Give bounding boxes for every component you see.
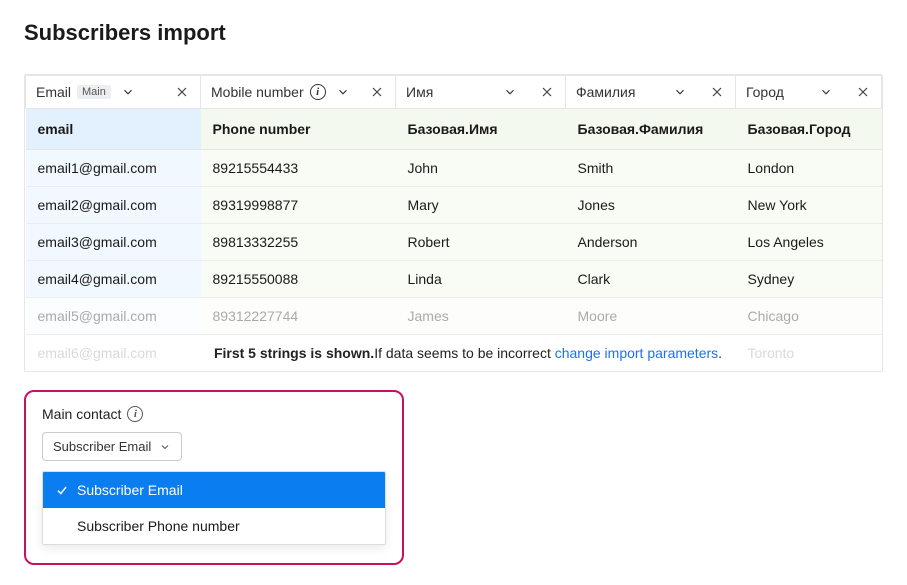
column-mapper-last-name[interactable]: Фамилия xyxy=(576,84,725,100)
column-mapper-label: Имя xyxy=(406,84,433,100)
footer-plain: If data seems to be incorrect xyxy=(374,345,555,361)
cell-city: New York xyxy=(736,187,882,224)
column-mapper-mobile-number[interactable]: Mobile number i xyxy=(211,84,385,100)
table-row: email2@gmail.com 89319998877 Mary Jones … xyxy=(26,187,882,224)
close-icon[interactable] xyxy=(539,84,555,100)
table-row: email4@gmail.com 89215550088 Linda Clark… xyxy=(26,261,882,298)
cell-email: email1@gmail.com xyxy=(26,150,201,187)
close-icon[interactable] xyxy=(709,84,725,100)
info-icon[interactable]: i xyxy=(310,84,326,100)
chevron-down-icon[interactable] xyxy=(336,85,350,99)
column-mapper-email[interactable]: Email Main xyxy=(36,84,190,100)
footer-bold: First 5 strings is shown. xyxy=(214,345,374,361)
dropdown-option-label: Subscriber Email xyxy=(77,482,183,498)
dropdown-option-label: Subscriber Phone number xyxy=(77,518,240,534)
cell-city: Chicago xyxy=(736,298,882,335)
info-icon[interactable]: i xyxy=(127,406,143,422)
chevron-down-icon[interactable] xyxy=(121,85,135,99)
column-mapper-label: Mobile number xyxy=(211,84,304,100)
field-name-row: email Phone number Базовая.Имя Базовая.Ф… xyxy=(26,109,882,150)
cell-last-name: Jones xyxy=(566,187,736,224)
cell-phone: 89215554433 xyxy=(201,150,396,187)
main-contact-panel: Main contact i Subscriber Email Subscrib… xyxy=(24,390,404,565)
main-contact-label: Main contact xyxy=(42,406,121,422)
main-contact-select[interactable]: Subscriber Email xyxy=(42,432,182,461)
chevron-down-icon[interactable] xyxy=(673,85,687,99)
cell-first-name: Linda xyxy=(396,261,566,298)
dropdown-option-subscriber-email[interactable]: Subscriber Email xyxy=(43,472,385,508)
table-footer-row: email6@gmail.com First 5 strings is show… xyxy=(26,335,882,372)
chevron-down-icon[interactable] xyxy=(819,85,833,99)
dropdown-option-subscriber-phone[interactable]: Subscriber Phone number xyxy=(43,508,385,544)
column-mapper-label: Email xyxy=(36,84,71,100)
cell-city: London xyxy=(736,150,882,187)
cell-phone: 89813332255 xyxy=(201,224,396,261)
footer-message: First 5 strings is shown.If data seems t… xyxy=(201,335,736,372)
main-contact-dropdown: Subscriber Email Subscriber Phone number xyxy=(42,471,386,545)
cell-phone: 89319998877 xyxy=(201,187,396,224)
field-name-cell: Базовая.Имя xyxy=(396,109,566,150)
field-name-cell: Базовая.Фамилия xyxy=(566,109,736,150)
cell-phone: 89312227744 xyxy=(201,298,396,335)
cell-last-name: Anderson xyxy=(566,224,736,261)
cell-first-name: Robert xyxy=(396,224,566,261)
close-icon[interactable] xyxy=(855,84,871,100)
cell-city: Sydney xyxy=(736,261,882,298)
cell-city: Los Angeles xyxy=(736,224,882,261)
cell-first-name: James xyxy=(396,298,566,335)
table-row: email1@gmail.com 89215554433 John Smith … xyxy=(26,150,882,187)
cell-first-name: John xyxy=(396,150,566,187)
footer-tail: . xyxy=(718,345,722,361)
main-badge: Main xyxy=(77,85,111,99)
cell-first-name: Mary xyxy=(396,187,566,224)
field-name-cell: Базовая.Город xyxy=(736,109,882,150)
check-icon xyxy=(55,483,69,497)
field-name-cell: Phone number xyxy=(201,109,396,150)
cell-last-name: Clark xyxy=(566,261,736,298)
column-mapper-label: Город xyxy=(746,84,784,100)
column-mapper-first-name[interactable]: Имя xyxy=(406,84,555,100)
change-import-parameters-link[interactable]: change import parameters xyxy=(555,345,718,361)
cell-email: email2@gmail.com xyxy=(26,187,201,224)
field-name-cell: email xyxy=(26,109,201,150)
cell-email: email3@gmail.com xyxy=(26,224,201,261)
cell-phone: 89215550088 xyxy=(201,261,396,298)
column-mapper-city[interactable]: Город xyxy=(746,84,871,100)
import-preview-table: Email Main Mobile number i Имя xyxy=(24,74,883,372)
chevron-down-icon xyxy=(159,441,171,453)
main-contact-selected-value: Subscriber Email xyxy=(53,439,151,454)
close-icon[interactable] xyxy=(369,84,385,100)
cell-city-faded: Toronto xyxy=(736,335,882,372)
cell-last-name: Moore xyxy=(566,298,736,335)
chevron-down-icon[interactable] xyxy=(503,85,517,99)
column-mapper-label: Фамилия xyxy=(576,84,635,100)
table-row: email3@gmail.com 89813332255 Robert Ande… xyxy=(26,224,882,261)
cell-email: email5@gmail.com xyxy=(26,298,201,335)
close-icon[interactable] xyxy=(174,84,190,100)
cell-last-name: Smith xyxy=(566,150,736,187)
table-row: email5@gmail.com 89312227744 James Moore… xyxy=(26,298,882,335)
main-contact-title: Main contact i xyxy=(42,406,386,422)
page-title: Subscribers import xyxy=(24,20,883,46)
cell-email-faded: email6@gmail.com xyxy=(26,335,201,372)
cell-email: email4@gmail.com xyxy=(26,261,201,298)
column-mapping-row: Email Main Mobile number i Имя xyxy=(26,76,882,109)
